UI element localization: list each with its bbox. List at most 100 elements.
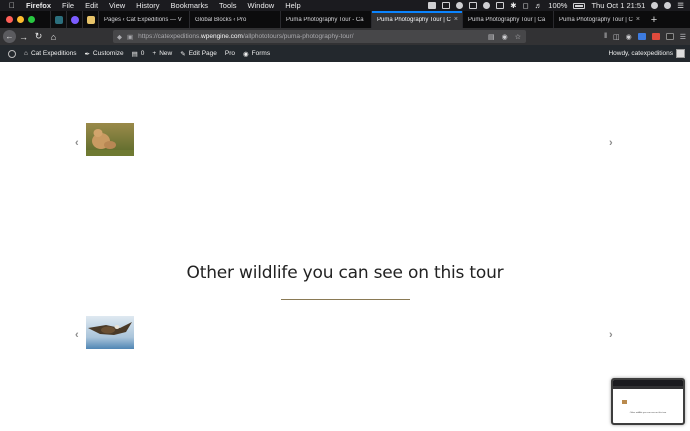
pocket-icon[interactable]: ◉ [502,33,508,41]
back-button[interactable]: ← [3,30,16,43]
my-account[interactable]: Howdy, catexpeditions [608,45,685,62]
brush-icon: ✒ [84,50,90,58]
menu-app-name[interactable]: Firefox [26,1,51,10]
display-icon[interactable] [469,2,478,9]
pinned-tab-2[interactable] [66,11,82,28]
wordpress-icon [8,49,16,58]
account-icon[interactable]: ◉ [626,33,632,41]
apple-icon[interactable]:  [7,1,17,10]
tab-puma-4[interactable]: Puma Photography Tour | Ca × [553,11,644,28]
tab-title: Puma Photography Tour - Ca [286,16,364,23]
menu-clock[interactable]: Thu Oct 1 21:51 [591,1,645,10]
tab-title: Pages ‹ Cat Expeditions — V [104,16,182,23]
url-path: /allphototours/puma-photography-tour/ [242,33,354,40]
site-name-link[interactable]: ⌂ Cat Expeditions [24,50,76,57]
sidebar-icon[interactable]: ◫ [613,33,620,41]
tab-title: Puma Photography Tour | Ca [468,16,546,23]
minimize-window-button[interactable] [17,16,24,23]
wifi-icon[interactable]: ◻ [523,1,529,10]
forward-button[interactable]: → [16,30,31,43]
comment-icon: ▤ [131,50,138,58]
puma-thumbnail[interactable] [86,123,134,156]
airplay-icon[interactable] [496,2,505,9]
pinned-tab-1[interactable] [50,11,66,28]
carousel-prev-arrow-icon[interactable]: ‹ [75,329,79,341]
reload-button[interactable]: ↻ [31,30,46,43]
tab-puma-3[interactable]: Puma Photography Tour | Ca [462,11,553,28]
eagle-thumbnail[interactable] [86,316,134,349]
howdy-text: Howdy, catexpeditions [608,50,673,57]
customize-label: Customize [92,50,124,57]
cloud-icon [86,15,95,24]
plus-icon: + [152,50,157,57]
close-window-button[interactable] [6,16,13,23]
menu-help[interactable]: Help [285,1,300,10]
battery-icon[interactable] [573,2,586,9]
macos-menu-bar:  Firefox File Edit View History Bookmar… [0,0,690,11]
wp-admin-bar: ⌂ Cat Expeditions ✒ Customize ▤ 0 + New ✎ Edi… [0,45,690,62]
screenshot-preview-thumbnail[interactable]: Other wildlife you can see on this tour [611,378,685,425]
extension-icon[interactable] [665,33,674,40]
spotlight-icon[interactable] [651,2,659,9]
window-icon[interactable] [442,2,451,9]
new-tab-button[interactable]: + [644,11,664,28]
carousel-next-arrow-icon[interactable]: › [609,329,613,341]
tab-puma-active[interactable]: Puma Photography Tour | Ca × [371,11,462,28]
tab-strip: Pages ‹ Cat Expeditions — V Global Block… [0,11,690,28]
volume-icon[interactable]: ♬ [535,1,543,10]
tab-title: Puma Photography Tour | Ca [377,16,451,23]
home-icon: ⌂ [24,50,28,57]
library-icon[interactable]: ‖ [604,33,607,40]
reader-view-icon[interactable]: ▤ [488,33,495,41]
extension-icon[interactable] [651,33,660,40]
comments-link[interactable]: ▤ 0 [132,50,145,58]
menu-bookmarks[interactable]: Bookmarks [171,1,209,10]
toolbar-right: ‖ ◫ ◉ ☰ [604,30,686,43]
screen-record-icon[interactable] [428,2,437,9]
bluetooth-icon[interactable]: ✱ [510,1,516,10]
menu-edit[interactable]: Edit [85,1,98,10]
customize-link[interactable]: ✒ Customize [84,50,123,58]
lock-icon[interactable]: ▣ [127,33,133,41]
user-icon[interactable] [664,2,672,9]
tab-title: Puma Photography Tour | Ca [559,16,633,23]
menu-icon[interactable]: ☰ [680,33,686,41]
tab-puma-1[interactable]: Puma Photography Tour - Ca [280,11,371,28]
battery-percent[interactable]: 100% [548,1,567,10]
wordpress-logo-icon[interactable] [8,49,16,58]
bookmark-star-icon[interactable]: ☆ [515,33,521,41]
menu-extra-icon[interactable] [456,2,464,9]
menu-window[interactable]: Window [248,1,275,10]
tab-pages[interactable]: Pages ‹ Cat Expeditions — V [98,11,189,28]
menu-view[interactable]: View [109,1,125,10]
menu-file[interactable]: File [62,1,74,10]
home-button[interactable]: ⌂ [46,30,61,43]
extension-icon[interactable] [637,33,646,40]
vpn-icon[interactable] [483,2,491,9]
preview-adminbar [613,386,683,389]
zoom-window-button[interactable] [28,16,35,23]
tab-global-blocks[interactable]: Global Blocks ‹ Pro [189,11,280,28]
pro-link[interactable]: Pro [225,50,235,57]
comments-count: 0 [140,50,145,57]
forms-link[interactable]: ◉ Forms [243,50,270,58]
carousel-next-arrow-icon[interactable]: › [609,137,613,149]
forms-label: Forms [251,50,271,57]
shield-icon[interactable]: ◆ [117,33,122,41]
close-tab-icon[interactable]: × [454,16,458,23]
avatar [676,49,685,58]
grid-icon [54,15,63,24]
menu-history[interactable]: History [136,1,159,10]
pinned-tab-3[interactable] [82,11,98,28]
notification-center-icon[interactable]: ☰ [677,1,684,10]
menu-tools[interactable]: Tools [219,1,237,10]
status-menus: ✱ ◻ ♬ 100% Thu Oct 1 21:51 ☰ [428,0,684,11]
carousel-prev-arrow-icon[interactable]: ‹ [75,137,79,149]
tab-title: Global Blocks ‹ Pro [195,16,247,23]
close-tab-icon[interactable]: × [636,16,640,23]
preview-heading: Other wildlife you can see on this tour [629,412,667,414]
url-bar[interactable]: ◆ ▣ https://catexpeditions.wpengine.com/… [113,30,526,43]
new-content-link[interactable]: + New [152,50,172,57]
preview-image [622,400,627,404]
edit-page-link[interactable]: ✎ Edit Page [180,50,217,58]
